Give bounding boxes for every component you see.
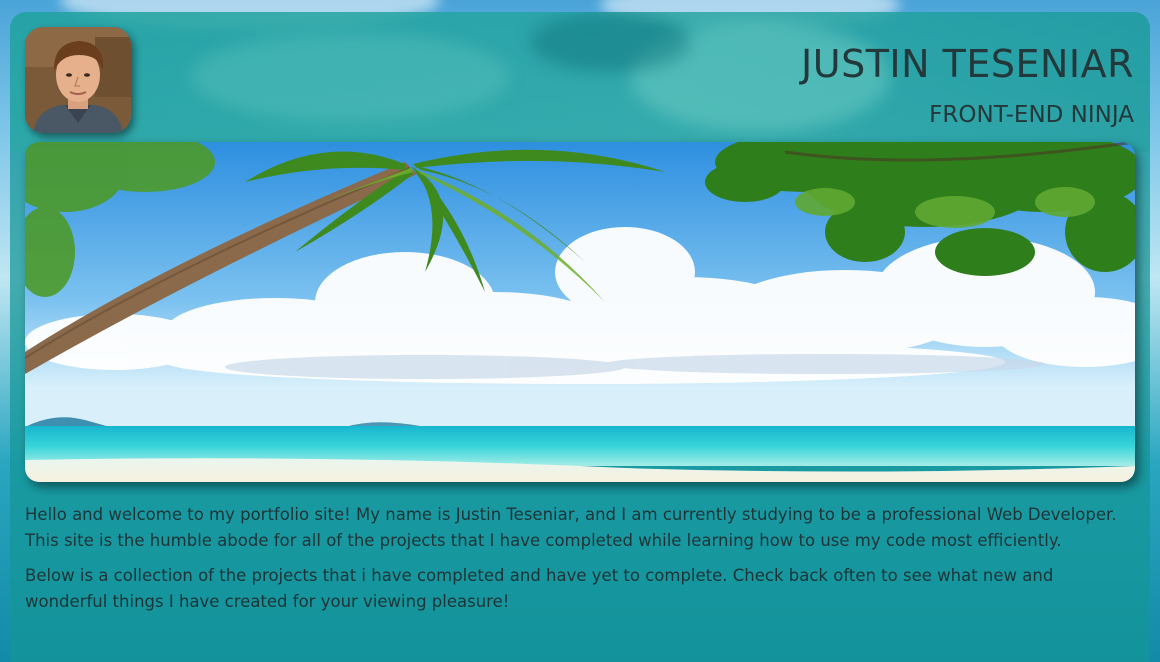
panel-cloud [190,32,510,122]
tropical-beach-photo-icon [25,142,1135,482]
main-panel: JUSTIN TESENIAR FRONT-END NINJA Hello an… [10,12,1150,662]
profile-photo-icon [25,27,131,133]
avatar [25,27,131,133]
panel-cloud [530,12,690,72]
intro-text: Hello and welcome to my portfolio site! … [25,502,1125,624]
page-subtitle: FRONT-END NINJA [929,102,1134,128]
intro-paragraph: Below is a collection of the projects th… [25,566,1054,611]
page-title: JUSTIN TESENIAR [801,42,1134,86]
hero-banner [25,142,1135,482]
intro-paragraph: Hello and welcome to my portfolio site! … [25,505,1117,550]
